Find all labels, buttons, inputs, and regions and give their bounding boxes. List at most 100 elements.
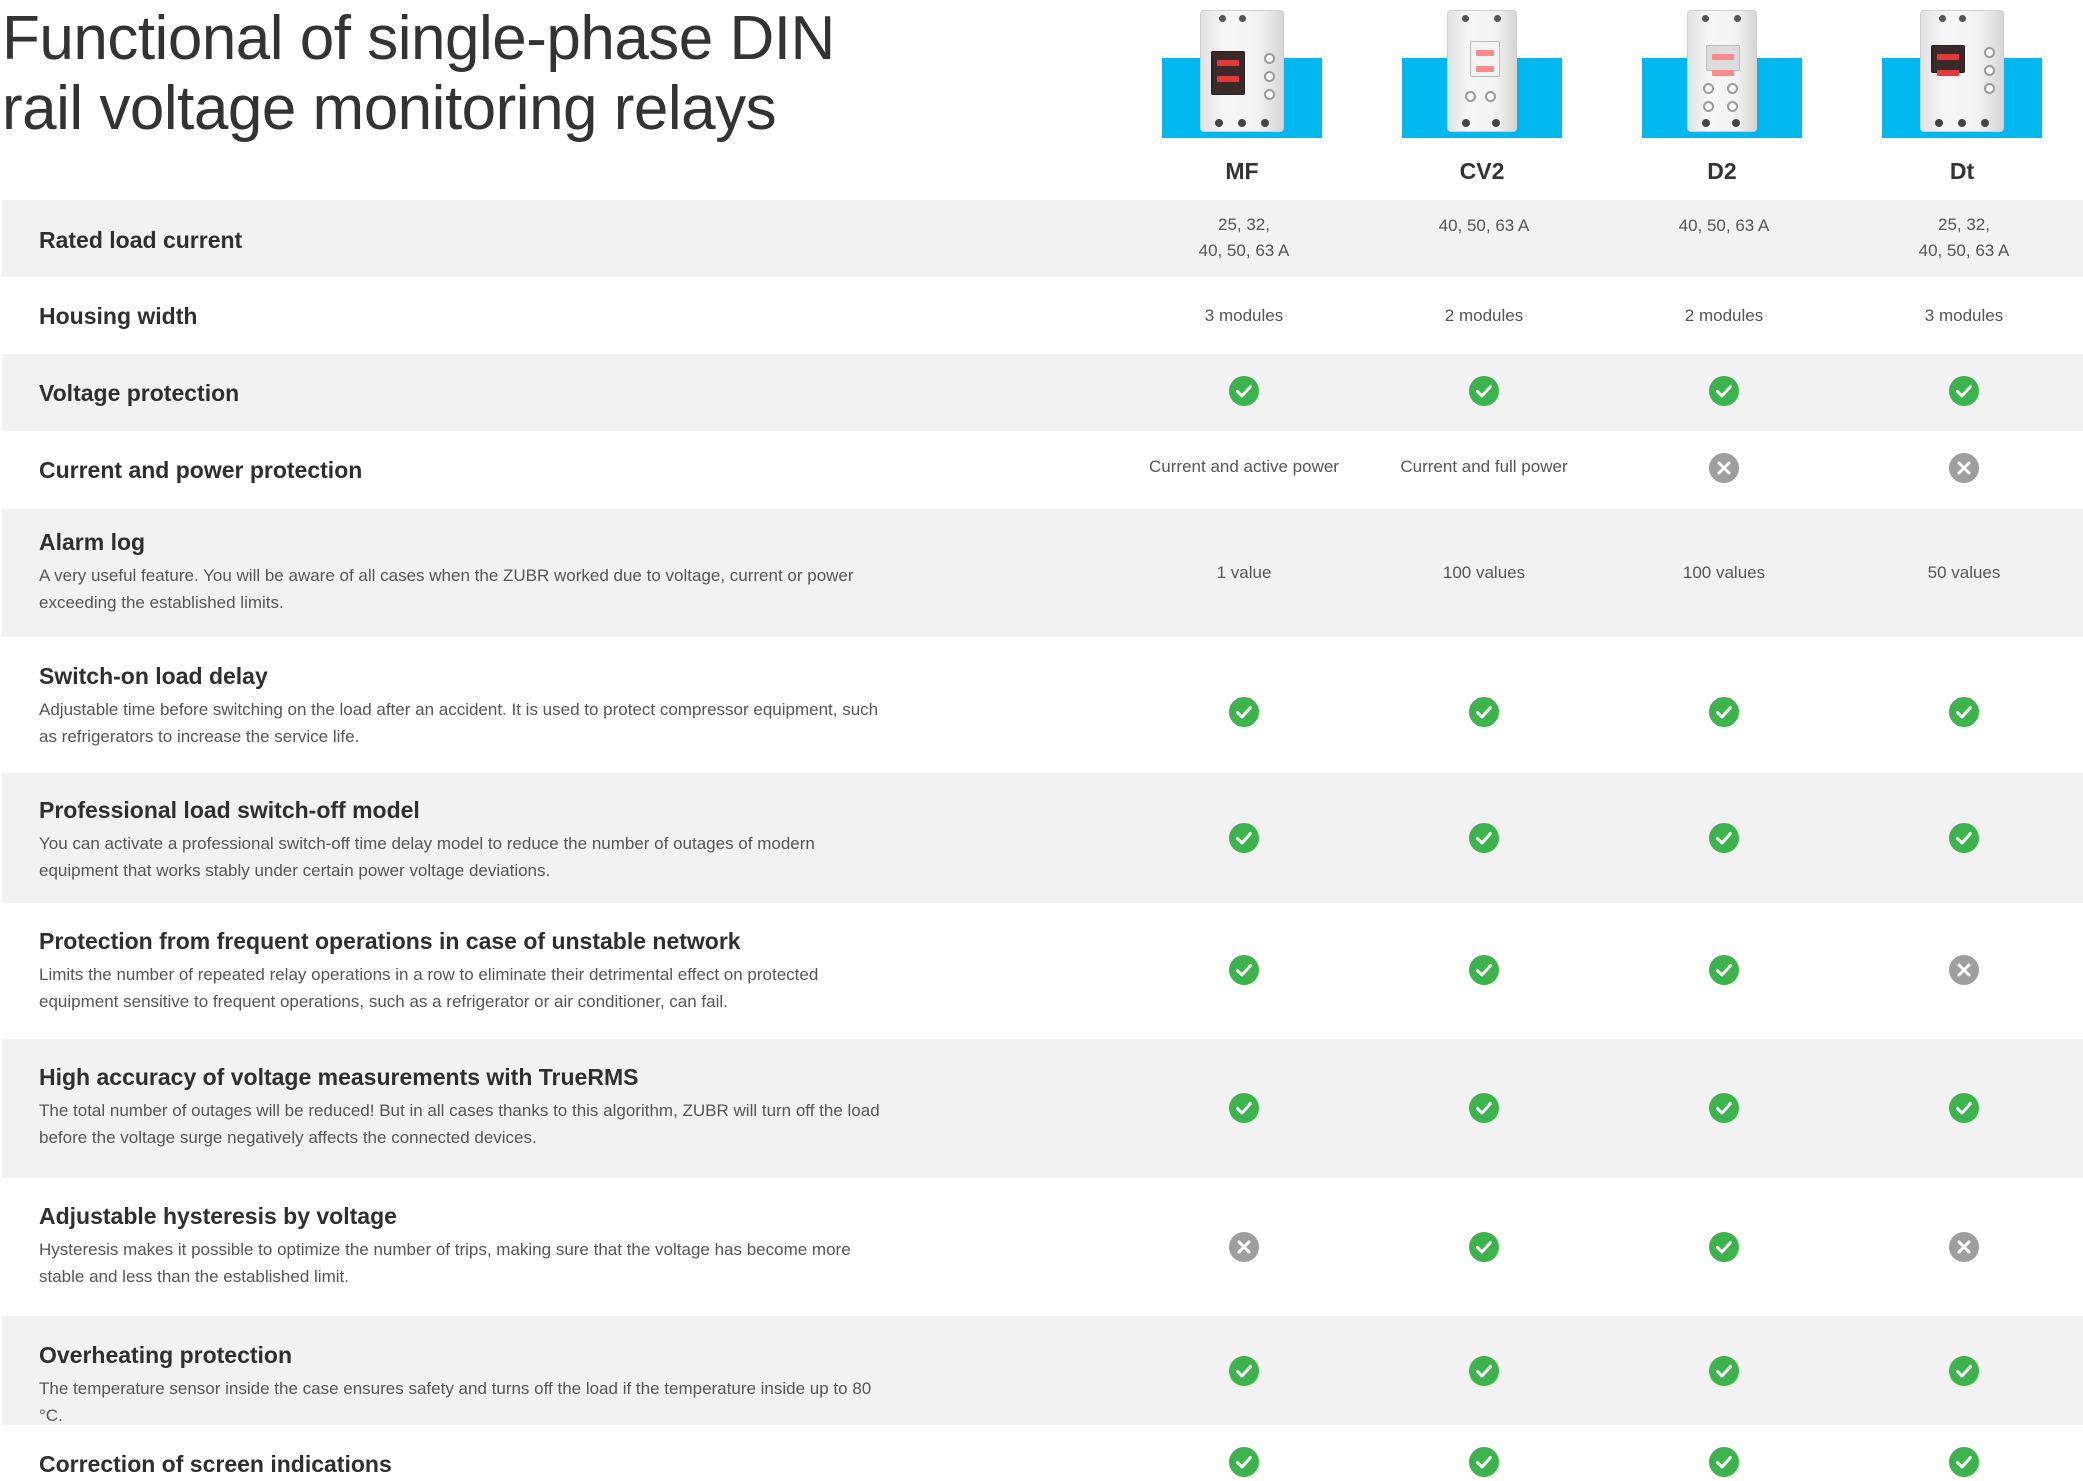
- page-title: Functional of single-phase DIN rail volt…: [2, 4, 862, 144]
- check-icon: [1709, 1232, 1739, 1262]
- value-cell-d2: [1604, 955, 1844, 985]
- feature-name: Current and power protection: [39, 457, 363, 483]
- check-icon: [1709, 1093, 1739, 1123]
- relay-device-icon: [1920, 10, 2004, 132]
- check-icon: [1469, 955, 1499, 985]
- check-icon: [1709, 1356, 1739, 1386]
- feature-cell: Housing width: [39, 302, 899, 330]
- check-icon: [1229, 823, 1259, 853]
- value-cell-dt: [1844, 376, 2083, 406]
- check-icon: [1469, 697, 1499, 727]
- value-cell-cv2: [1364, 1093, 1604, 1123]
- feature-cell: Rated load current: [39, 226, 899, 254]
- value-cell-cv2: 40, 50, 63 A: [1364, 213, 1604, 239]
- value-cell-cv2: [1364, 823, 1604, 853]
- relay-device-icon: [1687, 10, 1757, 132]
- value-cell-cv2: [1364, 1356, 1604, 1386]
- feature-name: Switch-on load delay: [39, 663, 268, 689]
- value-text: Current and full power: [1400, 457, 1568, 476]
- check-icon: [1229, 376, 1259, 406]
- check-icon: [1469, 1447, 1499, 1477]
- value-text: 25, 32,: [1938, 215, 1990, 234]
- feature-cell: Alarm log A very useful feature. You will…: [39, 528, 899, 616]
- feature-cell: Correction of screen indications: [39, 1450, 899, 1478]
- value-cell-d2: 2 modules: [1604, 303, 1844, 329]
- value-text: 100 values: [1682, 563, 1766, 582]
- table-row: Current and power protection Current and …: [2, 431, 2083, 509]
- table-row: Switch-on load delay Adjustable time befo…: [2, 637, 2083, 773]
- value-cell-cv2: 100 values: [1364, 560, 1604, 586]
- value-cell-cv2: [1364, 697, 1604, 727]
- check-icon: [1229, 697, 1259, 727]
- feature-name: High accuracy of voltage measurements wi…: [39, 1064, 639, 1090]
- feature-name: Housing width: [39, 303, 198, 329]
- check-icon: [1949, 1447, 1979, 1477]
- feature-description: A very useful feature. You will be aware…: [39, 566, 854, 612]
- value-cell-d2: [1604, 1232, 1844, 1262]
- product-image: [1122, 0, 1362, 150]
- product-image: [1602, 0, 1842, 150]
- value-cell-cv2: Current and full power: [1364, 454, 1604, 480]
- relay-device-icon: [1447, 10, 1517, 132]
- value-cell-mf: [1124, 1356, 1364, 1386]
- value-cell-mf: 3 modules: [1124, 303, 1364, 329]
- check-icon: [1229, 1093, 1259, 1123]
- feature-cell: High accuracy of voltage measurements wi…: [39, 1063, 899, 1151]
- check-icon: [1229, 1447, 1259, 1477]
- check-icon: [1709, 823, 1739, 853]
- value-cell-mf: [1124, 376, 1364, 406]
- value-cell-mf: [1124, 1093, 1364, 1123]
- value-cell-d2: [1604, 823, 1844, 853]
- check-icon: [1949, 697, 1979, 727]
- relay-device-icon: [1200, 10, 1284, 132]
- feature-description: Limits the number of repeated relay oper…: [39, 965, 819, 1011]
- feature-cell: Voltage protection: [39, 379, 899, 407]
- value-cell-dt: 25, 32, 40, 50, 63 A: [1844, 212, 2083, 264]
- table-row: Rated load current 25, 32, 40, 50, 63 A 40,…: [2, 200, 2083, 277]
- value-cell-mf: Current and active power: [1124, 454, 1364, 480]
- value-cell-d2: [1604, 1356, 1844, 1386]
- value-cell-d2: [1604, 697, 1844, 727]
- value-cell-d2: 40, 50, 63 A: [1604, 213, 1844, 239]
- table-row: Adjustable hysteresis by voltage Hysteres…: [2, 1178, 2083, 1316]
- feature-description: Adjustable time before switching on the …: [39, 700, 879, 746]
- cross-icon: [1949, 453, 1979, 483]
- product-name: D2: [1707, 158, 1737, 184]
- feature-name: Alarm log: [39, 529, 146, 555]
- feature-cell: Adjustable hysteresis by voltage Hysteres…: [39, 1202, 899, 1290]
- feature-cell: Current and power protection: [39, 456, 899, 484]
- feature-description: Hysteresis makes it possible to optimize…: [39, 1240, 851, 1286]
- product-name: CV2: [1459, 158, 1505, 184]
- check-icon: [1709, 1447, 1739, 1477]
- product-header-dt: Dt: [1842, 0, 2082, 184]
- value-cell-dt: 3 modules: [1844, 303, 2083, 329]
- value-cell-dt: [1844, 823, 2083, 853]
- check-icon: [1709, 697, 1739, 727]
- value-cell-dt: [1844, 1356, 2083, 1386]
- value-text: 2 modules: [1684, 306, 1764, 325]
- cross-icon: [1949, 1232, 1979, 1262]
- check-icon: [1229, 1356, 1259, 1386]
- value-cell-cv2: 2 modules: [1364, 303, 1604, 329]
- check-icon: [1709, 955, 1739, 985]
- product-image: [1362, 0, 1602, 150]
- check-icon: [1469, 376, 1499, 406]
- value-text: 40, 50, 63 A: [1438, 216, 1530, 235]
- value-cell-mf: [1124, 955, 1364, 985]
- product-name: MF: [1225, 158, 1259, 184]
- value-cell-d2: [1604, 1093, 1844, 1123]
- table-row: Protection from frequent operations in c…: [2, 903, 2083, 1039]
- feature-description: You can activate a professional switch-o…: [39, 834, 815, 880]
- product-header-mf: MF: [1122, 0, 1362, 184]
- product-header-d2: D2: [1602, 0, 1842, 184]
- feature-name: Voltage protection: [39, 380, 240, 406]
- table-row: Housing width 3 modules 2 modules 2 modules…: [2, 277, 2083, 354]
- value-cell-dt: [1844, 1447, 2083, 1477]
- value-cell-cv2: [1364, 1232, 1604, 1262]
- table-row: High accuracy of voltage measurements wi…: [2, 1039, 2083, 1178]
- value-cell-cv2: [1364, 1447, 1604, 1477]
- feature-name: Adjustable hysteresis by voltage: [39, 1203, 397, 1229]
- feature-name: Protection from frequent operations in c…: [39, 928, 741, 954]
- check-icon: [1229, 955, 1259, 985]
- product-name: Dt: [1949, 158, 1975, 184]
